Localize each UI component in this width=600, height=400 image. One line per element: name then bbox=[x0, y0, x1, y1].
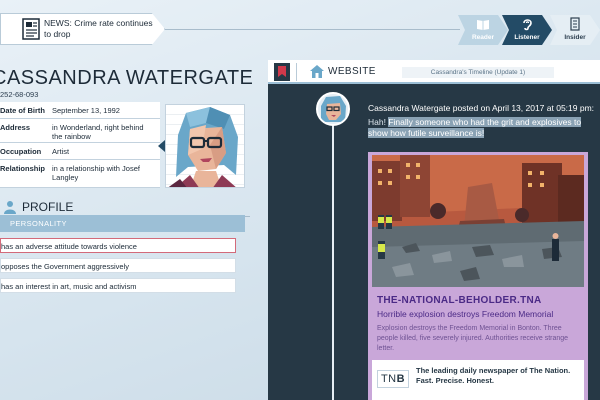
stage-insider[interactable]: Insider bbox=[550, 15, 600, 45]
avatar-illustration bbox=[318, 94, 348, 124]
stage-label: Reader bbox=[471, 34, 495, 41]
tnb-logo: TNB bbox=[377, 370, 409, 388]
info-row-occupation: Occupation Artist bbox=[0, 143, 160, 160]
info-row-relationship: Relationship in a relationship with Jose… bbox=[0, 160, 160, 188]
info-table: Date of Birth September 13, 1992 Address… bbox=[0, 102, 160, 188]
website-header: WEBSITE Cassandra's Timeline (Update 1) bbox=[268, 60, 600, 84]
profile-section-title: PROFILE bbox=[22, 200, 74, 214]
profile-panel: CASSANDRA WATERGATE 252-68-093 Date of B… bbox=[0, 56, 254, 385]
post-header: Cassandra Watergate posted on April 13, … bbox=[368, 103, 595, 113]
info-value: September 13, 1992 bbox=[52, 106, 120, 115]
book-icon bbox=[477, 20, 489, 30]
trait-item[interactable]: has an interest in art, music and activi… bbox=[0, 278, 236, 293]
logo-text: TN bbox=[380, 373, 397, 385]
progress-stages: Reader Listener Insider bbox=[458, 15, 600, 45]
article-excerpt: Explosion destroys the Freedom Memorial … bbox=[377, 325, 569, 352]
ear-icon bbox=[523, 19, 532, 31]
home-icon[interactable] bbox=[310, 65, 324, 78]
info-row-birth: Date of Birth September 13, 1992 bbox=[0, 102, 160, 119]
info-key: Address bbox=[0, 123, 31, 132]
news-headline[interactable]: NEWS: Crime rate continues to drop bbox=[44, 18, 156, 39]
info-value: in a relationship with Josef Langley bbox=[52, 164, 140, 182]
info-value: Artist bbox=[52, 147, 70, 156]
info-key: Relationship bbox=[0, 164, 46, 173]
article-headline[interactable]: Horrible explosion destroys Freedom Memo… bbox=[377, 309, 582, 319]
article-image[interactable] bbox=[372, 155, 584, 287]
info-value: in Wonderland, right behind the rainbow bbox=[52, 123, 144, 141]
explosion-scene-illustration bbox=[372, 155, 584, 287]
stage-label: Insider bbox=[564, 34, 586, 41]
info-key: Date of Birth bbox=[0, 106, 45, 115]
personality-label: PERSONALITY bbox=[10, 219, 67, 228]
stage-label: Listener bbox=[514, 34, 540, 41]
trait-item[interactable]: opposes the Government aggressively bbox=[0, 258, 236, 273]
post-avatar[interactable] bbox=[316, 92, 350, 126]
divider bbox=[165, 29, 460, 30]
portrait-pointer bbox=[158, 140, 165, 152]
post-body: Hah! Finally someone who had the grit an… bbox=[368, 117, 593, 139]
ad-text: The leading daily newspaper of The Natio… bbox=[416, 366, 571, 385]
timeline-rail bbox=[332, 116, 334, 400]
logo-text-bold: B bbox=[396, 373, 406, 385]
profile-name: CASSANDRA WATERGATE bbox=[0, 67, 254, 89]
personality-header[interactable]: PERSONALITY bbox=[0, 215, 245, 232]
website-title: WEBSITE bbox=[328, 66, 376, 77]
document-icon bbox=[570, 17, 580, 31]
post-prefix: Hah! bbox=[368, 117, 389, 127]
timeline-label: Cassandra's Timeline (Update 1) bbox=[402, 67, 554, 78]
website-panel: WEBSITE Cassandra's Timeline (Update 1) … bbox=[268, 60, 600, 400]
article-source[interactable]: THE-NATIONAL-BEHOLDER.TNA bbox=[377, 295, 542, 306]
newspaper-ad[interactable]: TNB The leading daily newspaper of The N… bbox=[372, 360, 584, 400]
divider bbox=[296, 63, 297, 81]
trait-item[interactable]: has an adverse attitude towards violence bbox=[0, 238, 236, 253]
profile-phone: 252-68-093 bbox=[0, 90, 39, 99]
article-card[interactable]: THE-NATIONAL-BEHOLDER.TNA Horrible explo… bbox=[368, 152, 588, 400]
post-highlight[interactable]: Finally someone who had the grit and exp… bbox=[368, 117, 582, 138]
info-key: Occupation bbox=[0, 147, 42, 156]
info-row-address: Address in Wonderland, right behind the … bbox=[0, 119, 160, 143]
newspaper-icon bbox=[22, 18, 40, 40]
top-bar: NEWS: Crime rate continues to drop Reade… bbox=[0, 0, 600, 50]
profile-portrait[interactable] bbox=[165, 104, 245, 188]
stage-reader[interactable]: Reader bbox=[458, 15, 508, 45]
flag-icon[interactable] bbox=[274, 63, 290, 81]
stage-listener[interactable]: Listener bbox=[502, 15, 552, 45]
person-icon bbox=[4, 201, 16, 214]
portrait-illustration bbox=[168, 107, 238, 187]
